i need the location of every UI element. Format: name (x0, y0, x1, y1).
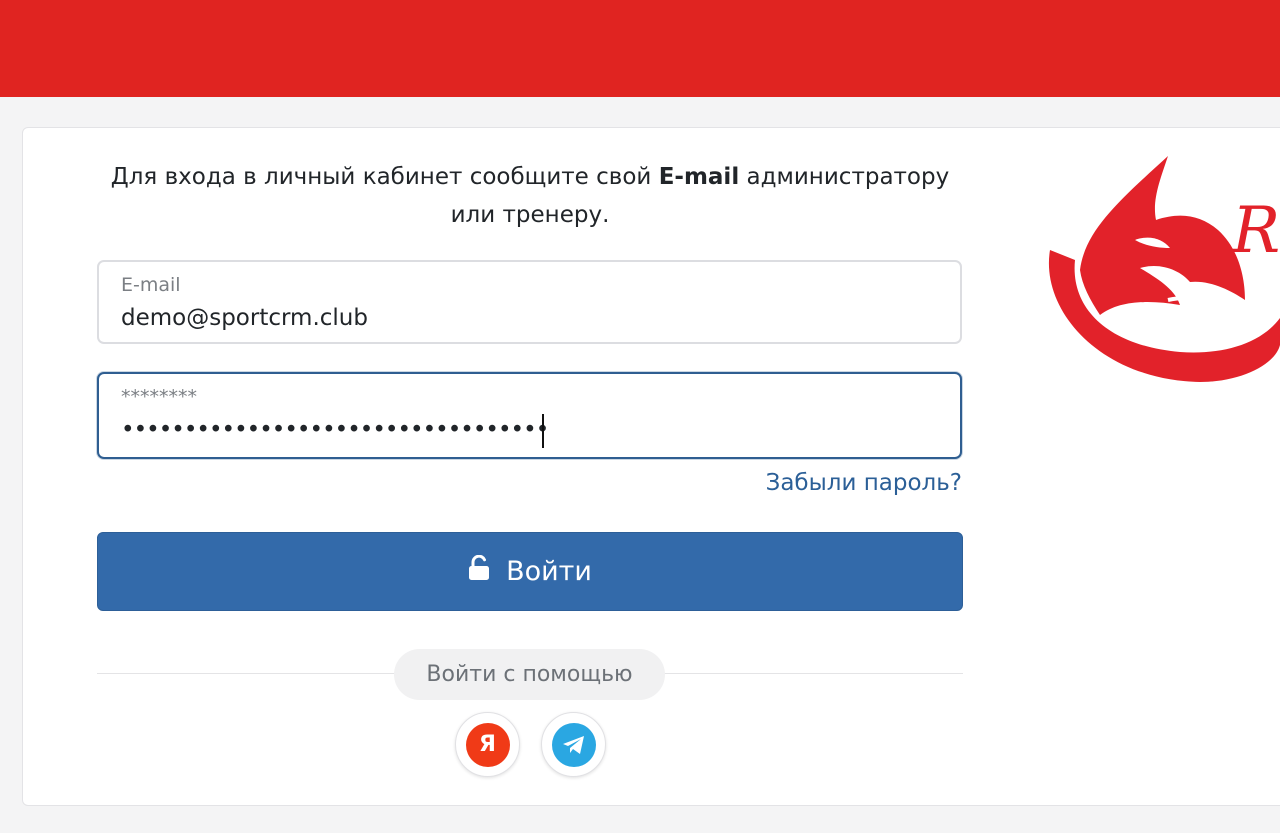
yandex-icon: Я (465, 722, 510, 767)
yandex-glyph: Я (479, 732, 496, 757)
telegram-login-button[interactable] (541, 712, 606, 777)
password-field-label: ******** (121, 386, 197, 408)
email-field-label: E-mail (121, 274, 181, 296)
login-button-label: Войти (506, 556, 592, 587)
login-instructions: Для входа в личный кабинет сообщите свой… (98, 158, 962, 234)
telegram-icon (551, 722, 596, 767)
social-login-label: Войти с помощью (394, 649, 665, 700)
instructions-text: Для входа в личный кабинет сообщите свой (110, 164, 659, 190)
forgot-password-link[interactable]: Забыли пароль? (766, 470, 962, 496)
logo-text: R (1231, 194, 1280, 268)
password-field[interactable]: ******** •••••••••••••••••••••••••••••••… (97, 372, 962, 459)
instructions-email-bold: E-mail (658, 164, 740, 190)
email-field[interactable]: E-mail (97, 260, 962, 344)
top-header-bar (0, 0, 1280, 97)
club-logo: R (1040, 150, 1280, 390)
email-input[interactable] (121, 305, 921, 331)
password-input[interactable]: •••••••••••••••••••••••••••••••••• (121, 417, 549, 443)
unlock-icon (468, 554, 490, 588)
login-button[interactable]: Войти (97, 532, 963, 611)
yandex-login-button[interactable]: Я (455, 712, 520, 777)
text-caret (542, 414, 544, 448)
